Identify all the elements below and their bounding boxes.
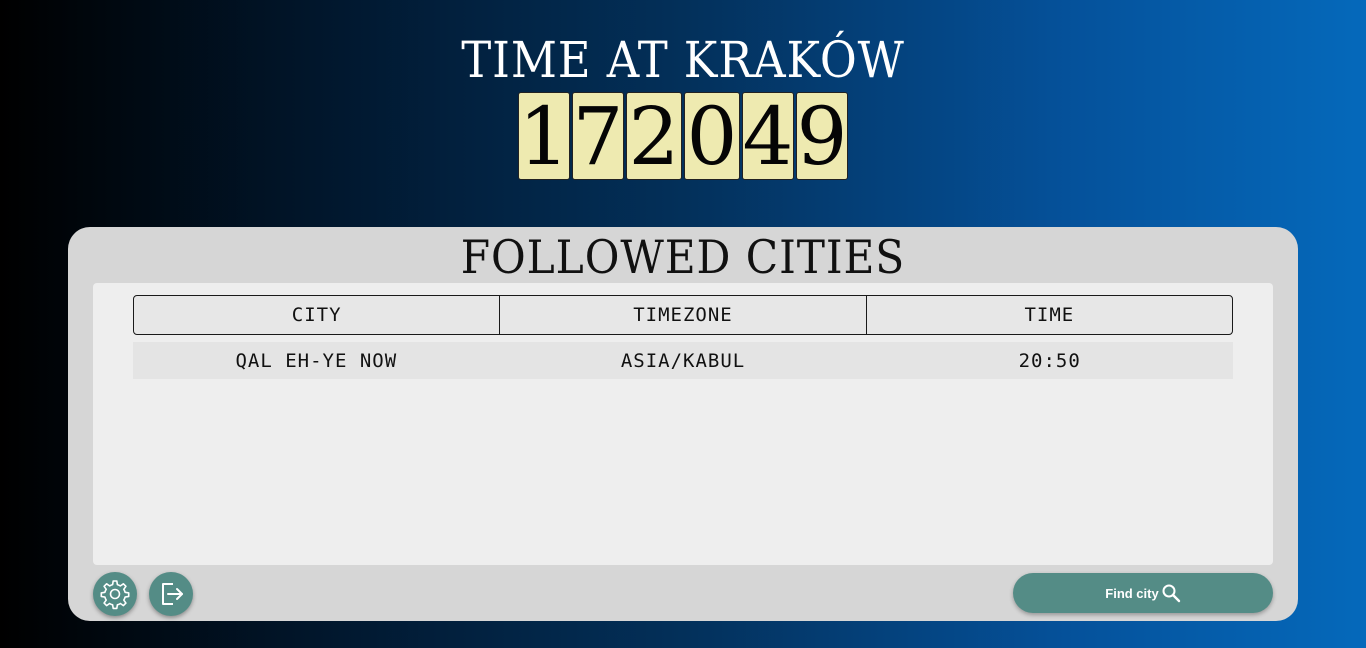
cell-timezone: ASIA/KABUL (620, 349, 746, 372)
clock-digit-second-ones: 9 (796, 89, 848, 183)
table-header: CITY TIMEZONE TIME (133, 295, 1233, 335)
flip-clock: 1 7 2 0 4 9 (0, 89, 1366, 183)
logout-button[interactable] (149, 572, 193, 616)
column-header-time: TIME (1024, 304, 1075, 326)
clock-digit-minute-tens: 2 (626, 90, 682, 183)
cities-table-container: CITY TIMEZONE TIME QAL EH-YE NOW ASIA/KA… (93, 283, 1273, 565)
column-header-city: CITY (134, 296, 501, 334)
search-icon (1162, 584, 1180, 603)
find-city-button[interactable]: Find city (1013, 573, 1273, 613)
gear-icon (100, 580, 130, 610)
followed-cities-panel: FOLLOWED CITIES CITY TIMEZONE TIME QAL E… (68, 227, 1298, 621)
page-title: TIME AT KRAKÓW (461, 31, 905, 89)
clock-digit-hour-tens: 1 (518, 89, 570, 183)
find-city-label: Find city (1105, 585, 1159, 601)
clock-digit-second-tens: 4 (742, 89, 794, 183)
cell-city: QAL EH-YE NOW (235, 349, 398, 372)
clock-digit-minute-ones: 0 (684, 90, 740, 183)
column-header-timezone: TIMEZONE (500, 296, 867, 334)
panel-title: FOLLOWED CITIES (460, 230, 906, 284)
cell-time: 20:50 (1018, 349, 1081, 372)
table-row[interactable]: QAL EH-YE NOW ASIA/KABUL 20:50 (133, 342, 1233, 379)
logout-icon (162, 583, 183, 605)
clock-digit-hour-ones: 7 (572, 89, 624, 183)
settings-button[interactable] (93, 572, 137, 616)
